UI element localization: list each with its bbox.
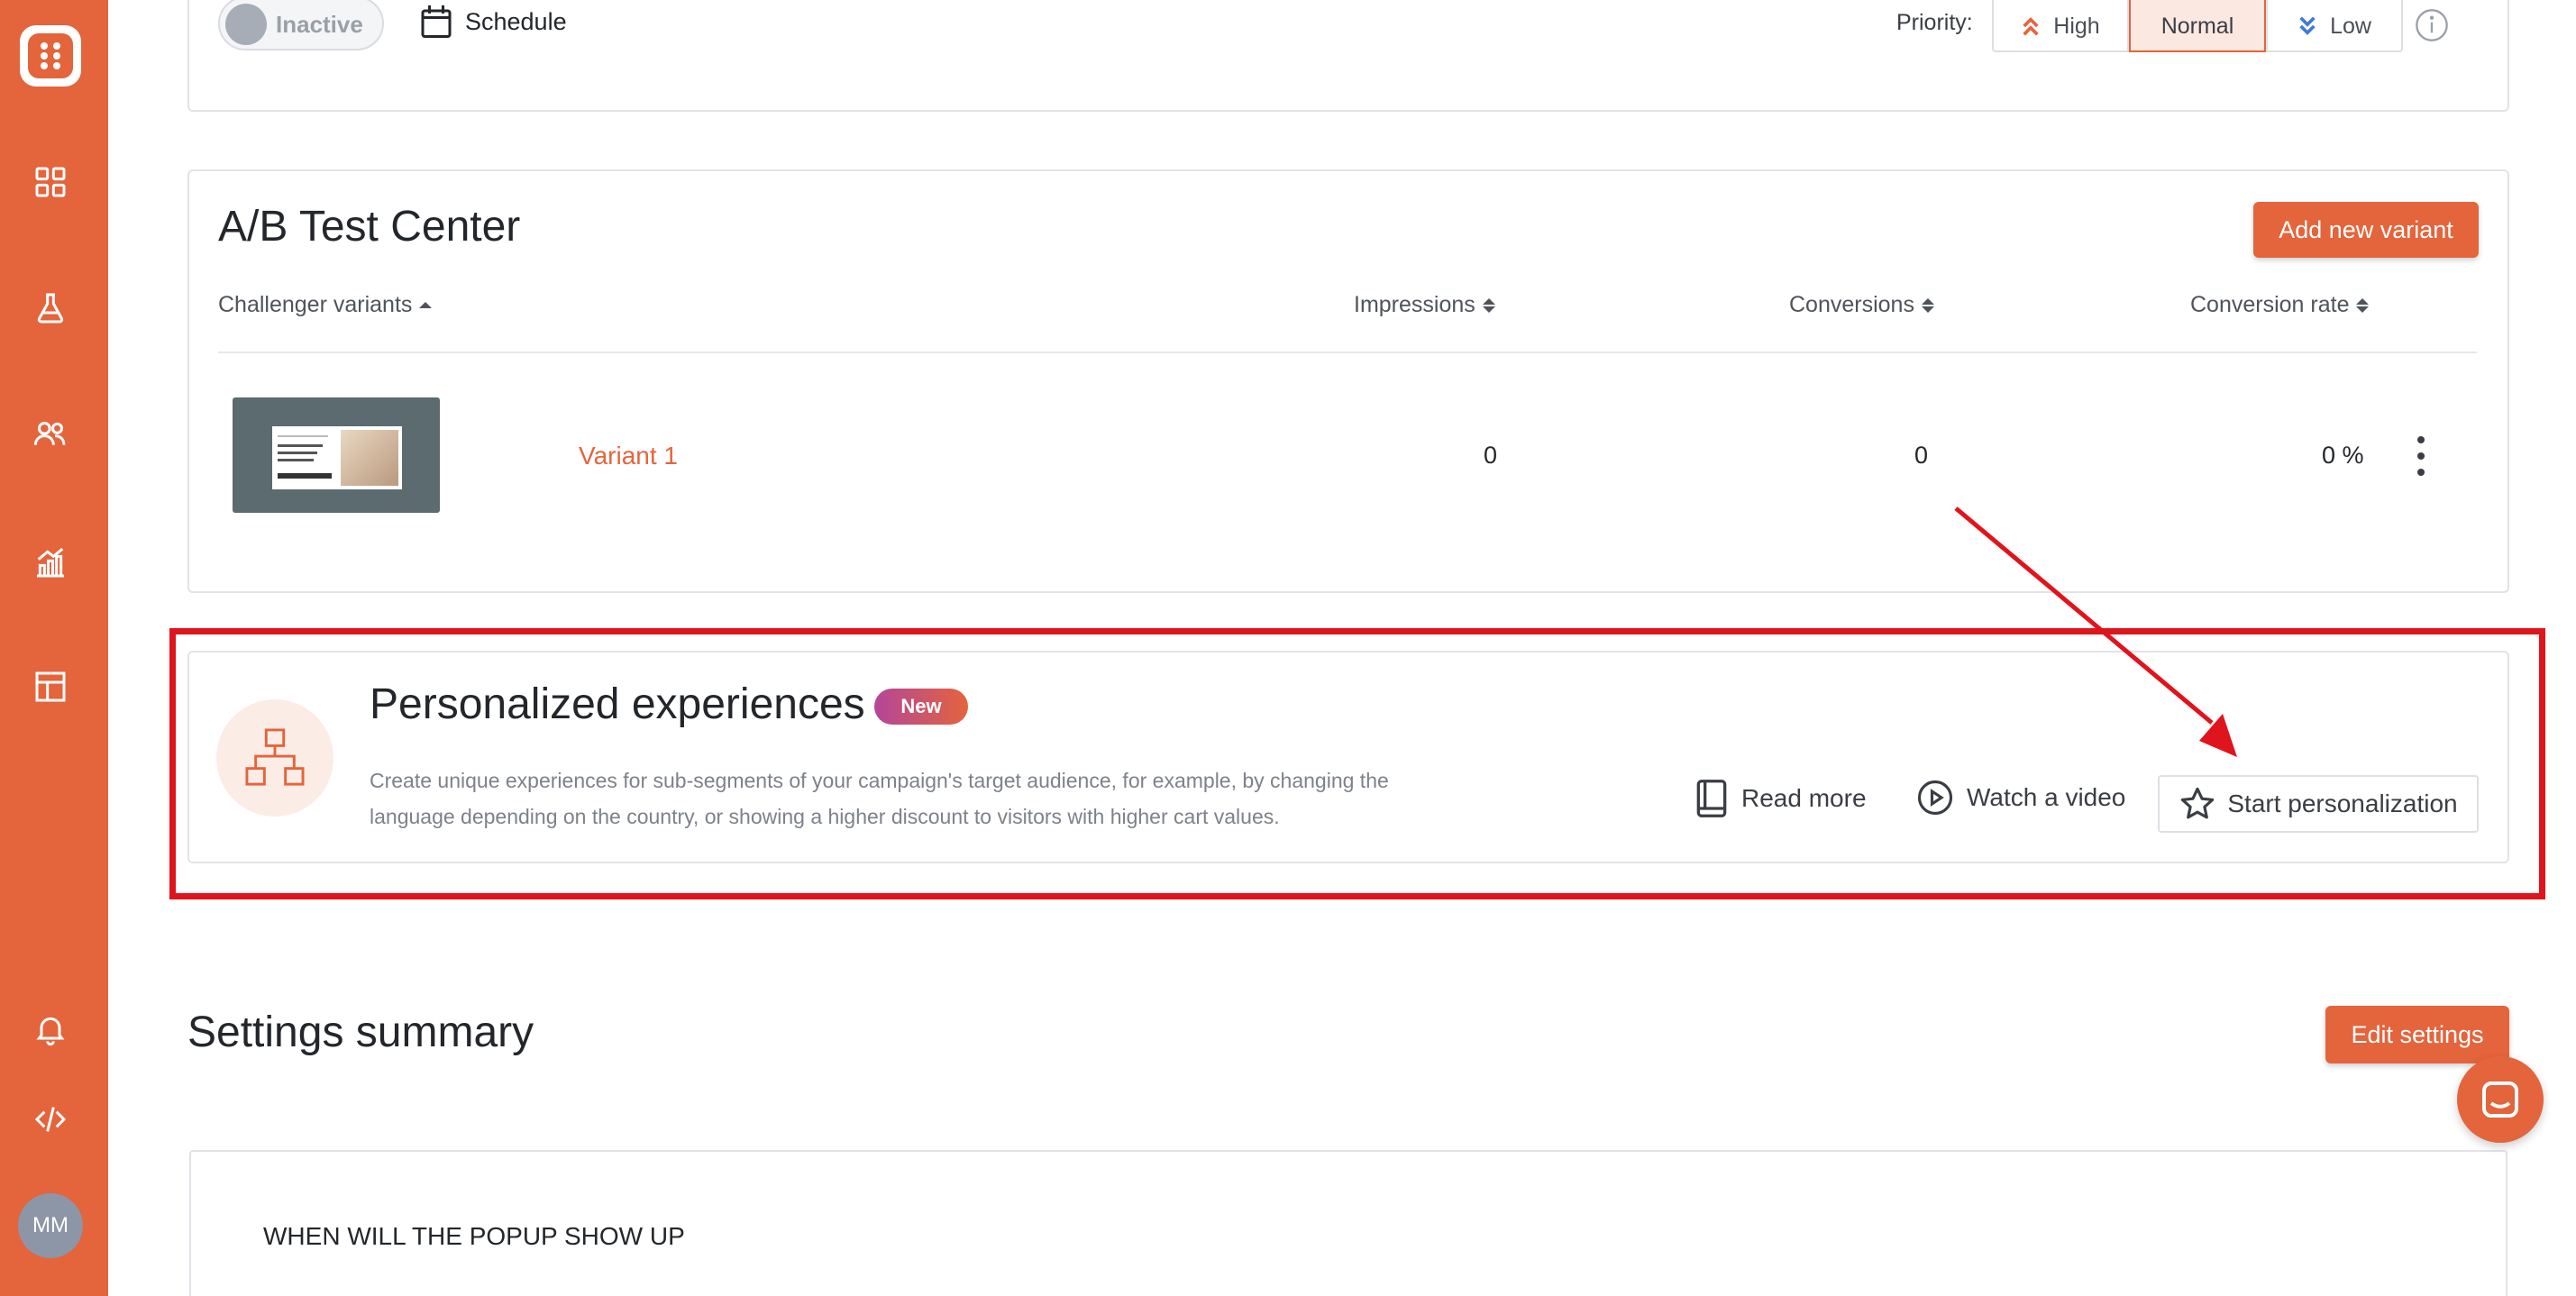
avatar[interactable]: MM <box>18 1193 83 1258</box>
priority-low-label: Low <box>2330 13 2371 39</box>
column-header-impressions-label: Impressions <box>1354 292 1475 317</box>
column-header-variants[interactable]: Challenger variants <box>218 292 433 318</box>
avatar-initials: MM <box>32 1213 69 1237</box>
sort-icon <box>1921 297 1934 313</box>
variant-impressions: 0 <box>1484 442 1498 469</box>
schedule-button[interactable]: Schedule <box>420 4 567 40</box>
highlight-frame <box>169 628 2545 899</box>
status-toggle[interactable]: Inactive <box>218 0 384 50</box>
column-header-variants-label: Challenger variants <box>218 292 413 317</box>
ab-test-card <box>187 169 2509 593</box>
priority-selector: High Normal Low <box>1992 0 2403 52</box>
layout-template-icon[interactable] <box>27 663 74 710</box>
sort-icon <box>1482 297 1495 313</box>
logo-icon[interactable] <box>20 25 81 87</box>
sort-icon <box>2356 297 2370 313</box>
analytics-chart-icon[interactable] <box>27 539 74 586</box>
info-icon[interactable] <box>2414 7 2450 48</box>
priority-low-button[interactable]: Low <box>2266 0 2403 52</box>
chat-support-icon[interactable] <box>2457 1056 2544 1143</box>
variant-name-link[interactable]: Variant 1 <box>579 442 678 470</box>
users-icon[interactable] <box>27 411 74 458</box>
calendar-icon <box>421 5 452 38</box>
priority-normal-label: Normal <box>2160 13 2234 39</box>
dashboard-grid-icon[interactable] <box>27 159 74 205</box>
column-header-conversion-rate[interactable]: Conversion rate <box>2190 292 2370 318</box>
bell-icon[interactable] <box>27 1006 74 1053</box>
column-header-conversion-rate-label: Conversion rate <box>2190 292 2350 317</box>
variant-thumbnail[interactable] <box>233 397 440 513</box>
priority-normal-button[interactable]: Normal <box>2129 0 2266 52</box>
double-chevron-down-icon <box>2299 16 2316 35</box>
column-header-conversions-label: Conversions <box>1789 292 1914 317</box>
sidebar: MM <box>0 0 108 1296</box>
status-toggle-label: Inactive <box>276 11 363 38</box>
double-chevron-up-icon <box>2023 17 2039 36</box>
edit-settings-button[interactable]: Edit settings <box>2325 1006 2509 1063</box>
schedule-label: Schedule <box>465 7 567 35</box>
summary-section-heading: WHEN WILL THE POPUP SHOW UP <box>263 1222 685 1250</box>
priority-high-button[interactable]: High <box>1992 0 2129 52</box>
ab-test-title: A/B Test Center <box>218 203 521 251</box>
flask-icon[interactable] <box>27 285 74 332</box>
table-divider <box>218 351 2477 353</box>
variant-conversions: 0 <box>1914 442 1929 469</box>
column-header-impressions[interactable]: Impressions <box>1354 292 1495 318</box>
priority-label: Priority: <box>1896 10 1973 35</box>
variant-conversion-rate: 0 % <box>2322 442 2364 469</box>
priority-high-label: High <box>2053 13 2100 39</box>
add-new-variant-button[interactable]: Add new variant <box>2253 202 2479 258</box>
settings-summary-title: Settings summary <box>187 1009 534 1056</box>
column-header-conversions[interactable]: Conversions <box>1789 292 1934 318</box>
code-icon[interactable] <box>27 1096 74 1143</box>
toggle-knob <box>225 4 267 45</box>
sort-asc-icon <box>419 302 433 308</box>
more-options-icon[interactable] <box>2410 436 2432 476</box>
